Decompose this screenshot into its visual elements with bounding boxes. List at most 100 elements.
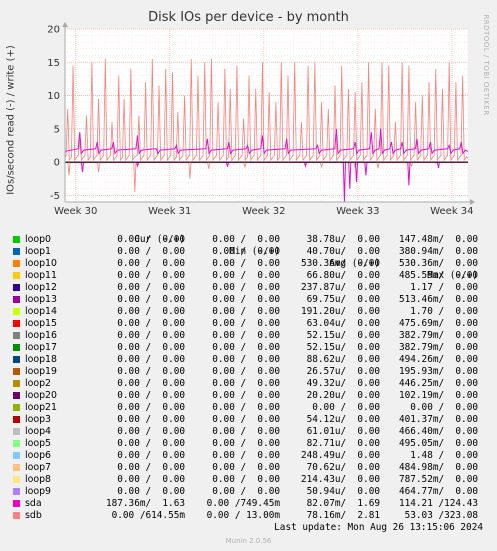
legend-min: 0.00 / 0.00 [212,330,280,341]
legend-name: loop7 [25,462,51,473]
legend-max: 495.05m/ 0.00 [398,438,478,449]
legend-cur: 0.00 / 0.00 [117,402,185,413]
legend-max: 485.59m/ 0.00 [398,270,478,281]
legend-max: 53.03 /323.08 [404,510,478,521]
legend-swatch [13,308,20,315]
legend-min: 0.00 / 0.00 [212,414,280,425]
legend-cur: 0.00 / 0.00 [117,474,185,485]
x-tick-label: Week 33 [336,206,379,217]
legend-swatch [13,380,20,387]
legend-min: 0.00 / 0.00 [212,258,280,269]
legend-name: loop16 [25,330,57,341]
legend-avg: 40.70u/ 0.00 [306,246,380,257]
legend-cur: 0.00 / 0.00 [117,258,185,269]
legend-name: loop6 [25,450,51,461]
legend-swatch [13,296,20,303]
legend-min: 0.00 / 13.00m [206,510,280,521]
legend-row: loop14 0.00 / 0.00 0.00 / 0.00 191.20u/ 0.0… [0,306,497,318]
legend-avg: 248.49u/ 0.00 [300,450,380,461]
legend-min: 0.00 / 0.00 [212,438,280,449]
y-tick-label: 20 [47,25,60,36]
legend-min: 0.00 / 0.00 [212,342,280,353]
legend-swatch [13,416,20,423]
legend-row: loop19 0.00 / 0.00 0.00 / 0.00 26.57u/ 0.00… [0,366,497,378]
legend-swatch [13,512,20,519]
x-tick-label: Week 30 [54,206,97,217]
legend-avg: 82.71u/ 0.00 [306,438,380,449]
legend-header: Cur (-/+) Min (-/+) Avg (-/+) Max (-/+) [0,222,497,281]
legend-name: loop11 [25,270,57,281]
legend-cur: 0.00 / 0.00 [117,414,185,425]
legend-cur: 187.36m/ 1.63 [105,498,185,509]
legend-max: 1.17 / 0.00 [410,282,478,293]
legend-min: 0.00 / 0.00 [212,474,280,485]
legend-swatch [13,368,20,375]
legend-avg: 0.00 / 0.00 [312,402,380,413]
legend-swatch [13,356,20,363]
legend-name: loop8 [25,474,51,485]
legend-cur: 0.00 / 0.00 [117,450,185,461]
legend-cur: 0.00 / 0.00 [117,354,185,365]
legend-swatch [13,236,20,243]
legend-min: 0.00 / 0.00 [212,378,280,389]
legend-row: sda 187.36m/ 1.63 0.00 /749.45m 82.07m/ 1.6… [0,498,497,510]
legend-swatch [13,344,20,351]
legend-min: 0.00 / 0.00 [212,426,280,437]
legend-max: 475.69m/ 0.00 [398,318,478,329]
legend-row: loop3 0.00 / 0.00 0.00 / 0.00 54.12u/ 0.00 4… [0,414,497,426]
legend-avg: 26.57u/ 0.00 [306,366,380,377]
legend-row: loop4 0.00 / 0.00 0.00 / 0.00 61.01u/ 0.00 4… [0,426,497,438]
y-tick-label: -5 [50,191,60,202]
legend-max: 446.25m/ 0.00 [398,378,478,389]
legend-avg: 50.94u/ 0.00 [306,486,380,497]
y-tick-label: 0 [54,158,60,169]
legend-row: loop20 0.00 / 0.00 0.00 / 0.00 20.20u/ 0.00… [0,390,497,402]
legend-min: 0.00 / 0.00 [212,390,280,401]
legend-row: loop8 0.00 / 0.00 0.00 / 0.00 214.43u/ 0.00… [0,474,497,486]
legend-avg: 70.62u/ 0.00 [306,462,380,473]
legend-swatch [13,440,20,447]
legend-swatch [13,272,20,279]
legend-avg: 61.01u/ 0.00 [306,426,380,437]
legend-avg: 78.16m/ 2.81 [306,510,380,521]
legend-min: 0.00 / 0.00 [212,402,280,413]
legend-max: 382.79m/ 0.00 [398,342,478,353]
legend-min: 0.00 / 0.00 [212,270,280,281]
legend-cur: 0.00 / 0.00 [117,234,185,245]
legend-name: loop20 [25,390,57,401]
legend-row: loop21 0.00 / 0.00 0.00 / 0.00 0.00 / 0.00 0… [0,402,497,414]
legend-row: loop10 0.00 / 0.00 0.00 / 0.00 530.36m/ 0.0… [0,258,497,270]
legend-name: loop3 [25,414,51,425]
legend-min: 0.00 / 0.00 [212,462,280,473]
legend-name: loop5 [25,438,51,449]
legend-swatch [13,476,20,483]
legend-cur: 0.00 / 0.00 [117,294,185,305]
legend-max: 466.40m/ 0.00 [398,426,478,437]
legend-swatch [13,464,20,471]
legend-min: 0.00 / 0.00 [212,234,280,245]
legend-avg: 237.87u/ 0.00 [300,282,380,293]
legend-swatch [13,500,20,507]
legend-max: 114.21 /124.43 [398,498,478,509]
legend-name: loop13 [25,294,57,305]
legend-row: loop9 0.00 / 0.00 0.00 / 0.00 50.94u/ 0.00 4… [0,486,497,498]
legend-name: loop10 [25,258,57,269]
legend-name: loop12 [25,282,57,293]
legend-max: 147.48m/ 0.00 [398,234,478,245]
x-axis-arrow [470,199,475,205]
legend-avg: 530.36m/ 0.00 [300,258,380,269]
legend-max: 530.36m/ 0.00 [398,258,478,269]
legend-name: loop9 [25,486,51,497]
legend-swatch [13,320,20,327]
legend-name: loop18 [25,354,57,365]
legend-name: loop19 [25,366,57,377]
legend-name: loop4 [25,426,51,437]
legend-row: sdb 0.00 /614.55m 0.00 / 13.00m 78.16m/ 2.8… [0,510,497,522]
legend-min: 0.00 / 0.00 [212,450,280,461]
legend-cur: 0.00 / 0.00 [117,282,185,293]
legend-name: sdb [25,510,42,521]
legend-max: 484.98m/ 0.00 [398,462,478,473]
x-tick-label: Week 32 [242,206,285,217]
legend-avg: 20.20u/ 0.00 [306,390,380,401]
legend-avg: 52.15u/ 0.00 [306,342,380,353]
